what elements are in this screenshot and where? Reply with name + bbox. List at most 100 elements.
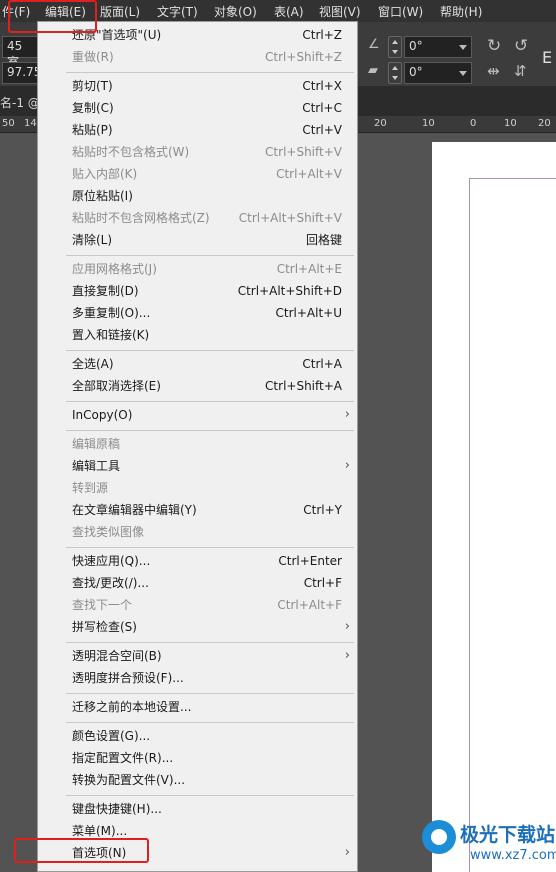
menu-item: 粘贴时不包含格式(W) Ctrl+Shift+V bbox=[72, 142, 342, 162]
rotation-spinner[interactable] bbox=[388, 36, 402, 58]
menu-type[interactable]: 文字(T) bbox=[157, 3, 198, 20]
menu-item-label: 查找下一个 bbox=[72, 598, 133, 612]
menu-item-label: 剪切(T) bbox=[72, 79, 113, 93]
menu-item-label: 颜色设置(G)... bbox=[72, 729, 151, 743]
chevron-down-icon bbox=[459, 71, 467, 76]
menu-item-shortcut: Ctrl+Alt+E bbox=[276, 262, 342, 276]
menu-item[interactable]: 全选(A) Ctrl+A bbox=[72, 354, 342, 374]
menu-item[interactable]: 清除(L) 回格键 bbox=[72, 230, 342, 250]
menu-item-label: 键盘快捷键(H)... bbox=[72, 802, 162, 816]
menu-item[interactable]: 置入和链接(K) bbox=[72, 325, 342, 345]
menu-item[interactable]: 复制(C) Ctrl+C bbox=[72, 98, 342, 118]
menu-item[interactable]: 在文章编辑器中编辑(Y) Ctrl+Y bbox=[72, 500, 342, 520]
preferences-highlight bbox=[14, 838, 149, 863]
menu-item-label: 在文章编辑器中编辑(Y) bbox=[72, 503, 197, 517]
menu-item-label: 查找类似图像 bbox=[72, 525, 145, 539]
menu-window[interactable]: 窗口(W) bbox=[378, 3, 423, 20]
menu-item[interactable]: 编辑工具 › bbox=[72, 456, 350, 476]
menu-item[interactable]: 还原"首选项"(U) Ctrl+Z bbox=[72, 25, 342, 45]
menu-item-shortcut: Ctrl+A bbox=[302, 357, 342, 371]
rotate-angle-icon: ∠ bbox=[368, 37, 380, 52]
menu-item[interactable]: 直接复制(D) Ctrl+Alt+Shift+D bbox=[72, 281, 342, 301]
menu-item-label: 贴入内部(K) bbox=[72, 167, 138, 181]
menu-item-shortcut: Ctrl+Alt+Shift+D bbox=[237, 284, 342, 298]
menu-layout[interactable]: 版面(L) bbox=[100, 3, 140, 20]
menu-item[interactable]: 转换为配置文件(V)... bbox=[72, 770, 342, 790]
menu-item-shortcut: Ctrl+Shift+Z bbox=[265, 50, 342, 64]
menu-item[interactable]: 剪切(T) Ctrl+X bbox=[72, 76, 342, 96]
menu-item[interactable]: 颜色设置(G)... bbox=[72, 726, 342, 746]
menu-item[interactable]: 多重复制(O)... Ctrl+Alt+U bbox=[72, 303, 342, 323]
menu-item[interactable]: 全部取消选择(E) Ctrl+Shift+A bbox=[72, 376, 342, 396]
chevron-right-icon: › bbox=[344, 458, 350, 473]
menu-item-shortcut: Ctrl+Z bbox=[302, 28, 342, 42]
menu-item-shortcut: Ctrl+Y bbox=[303, 503, 342, 517]
rotation-angle-field[interactable]: 0° bbox=[404, 36, 472, 58]
menu-item[interactable]: 透明度拼合预设(F)... bbox=[72, 668, 342, 688]
menu-item[interactable]: 快速应用(Q)... Ctrl+Enter bbox=[72, 551, 342, 571]
menu-item-shortcut: Ctrl+Shift+A bbox=[265, 379, 342, 393]
menu-item[interactable]: 粘贴(P) Ctrl+V bbox=[72, 120, 342, 140]
menu-item-label: 原位粘贴(I) bbox=[72, 189, 133, 203]
shear-spinner[interactable] bbox=[388, 62, 402, 84]
menu-separator bbox=[66, 401, 354, 402]
menu-item[interactable]: 迁移之前的本地设置... bbox=[72, 697, 342, 717]
menu-table[interactable]: 表(A) bbox=[274, 3, 304, 20]
font-size-field[interactable]: 45 室 bbox=[2, 36, 38, 69]
chevron-down-icon bbox=[459, 45, 467, 50]
menu-item[interactable]: 查找/更改(/)... Ctrl+F bbox=[72, 573, 342, 593]
menu-item-label: 应用网格格式(J) bbox=[72, 262, 157, 276]
menu-item: 查找类似图像 bbox=[72, 522, 342, 542]
flip-horizontal-icon[interactable]: ⇹ bbox=[487, 62, 500, 80]
menu-item-label: 直接复制(D) bbox=[72, 284, 139, 298]
page-margin-guide bbox=[469, 178, 556, 872]
menu-item-label: 转换为配置文件(V)... bbox=[72, 773, 186, 787]
menu-separator bbox=[66, 722, 354, 723]
menu-separator bbox=[66, 547, 354, 548]
menu-item: 应用网格格式(J) Ctrl+Alt+E bbox=[72, 259, 342, 279]
menu-item-label: 透明度拼合预设(F)... bbox=[72, 671, 184, 685]
menu-item-label: 多重复制(O)... bbox=[72, 306, 151, 320]
menu-separator bbox=[66, 693, 354, 694]
menu-item[interactable]: 指定配置文件(R)... bbox=[72, 748, 342, 768]
menu-item[interactable]: 键盘快捷键(H)... bbox=[72, 799, 342, 819]
menu-item-label: 复制(C) bbox=[72, 101, 114, 115]
menu-item[interactable]: 原位粘贴(I) bbox=[72, 186, 342, 206]
shear-angle-value: 0° bbox=[409, 65, 423, 79]
edit-menu-dropdown: 还原"首选项"(U) Ctrl+Z 重做(R) Ctrl+Shift+Z 剪切(T) Ct… bbox=[37, 21, 358, 872]
menu-help[interactable]: 帮助(H) bbox=[440, 3, 482, 20]
menu-item-shortcut: Ctrl+X bbox=[302, 79, 342, 93]
menu-item-shortcut: Ctrl+Alt+Shift+V bbox=[238, 211, 342, 225]
rotate-clockwise-icon[interactable]: ↻ bbox=[487, 36, 501, 56]
menu-separator bbox=[66, 642, 354, 643]
menu-item: 查找下一个 Ctrl+Alt+F bbox=[72, 595, 342, 615]
menu-item[interactable]: 透明混合空间(B) › bbox=[72, 646, 350, 666]
document-tab[interactable]: 名-1 @ bbox=[0, 94, 40, 111]
menu-item-label: 全部取消选择(E) bbox=[72, 379, 161, 393]
menu-item-shortcut: Ctrl+Alt+V bbox=[276, 167, 342, 181]
menu-item-label: 置入和链接(K) bbox=[72, 328, 150, 342]
menu-item-label: 粘贴时不包含格式(W) bbox=[72, 145, 190, 159]
menu-item-label: InCopy(O) bbox=[72, 408, 133, 422]
menu-item-label: 编辑工具 bbox=[72, 459, 121, 473]
menu-item[interactable]: 拼写检查(S) › bbox=[72, 617, 350, 637]
chevron-right-icon: › bbox=[344, 619, 350, 634]
menu-separator bbox=[66, 350, 354, 351]
menu-item[interactable]: InCopy(O) › bbox=[72, 405, 350, 425]
ruler-tick: 10 bbox=[504, 118, 517, 129]
toolbar-letter: E bbox=[542, 48, 553, 67]
scale-field[interactable]: 97.75 bbox=[2, 62, 41, 84]
shear-angle-field[interactable]: 0° bbox=[404, 62, 472, 84]
chevron-right-icon: › bbox=[344, 845, 350, 860]
rotate-counterclockwise-icon[interactable]: ↺ bbox=[514, 36, 528, 56]
menu-view[interactable]: 视图(V) bbox=[319, 3, 361, 20]
flip-vertical-icon[interactable]: ⇵ bbox=[514, 62, 527, 80]
ruler-tick: 0 bbox=[470, 118, 477, 129]
menu-object[interactable]: 对象(O) bbox=[214, 3, 257, 20]
menu-separator bbox=[66, 430, 354, 431]
menu-item-shortcut: Ctrl+Alt+U bbox=[275, 306, 343, 320]
menu-item: 编辑原稿 bbox=[72, 434, 342, 454]
menu-item-label: 拼写检查(S) bbox=[72, 620, 137, 634]
menu-item-label: 指定配置文件(R)... bbox=[72, 751, 174, 765]
chevron-right-icon: › bbox=[344, 648, 350, 663]
